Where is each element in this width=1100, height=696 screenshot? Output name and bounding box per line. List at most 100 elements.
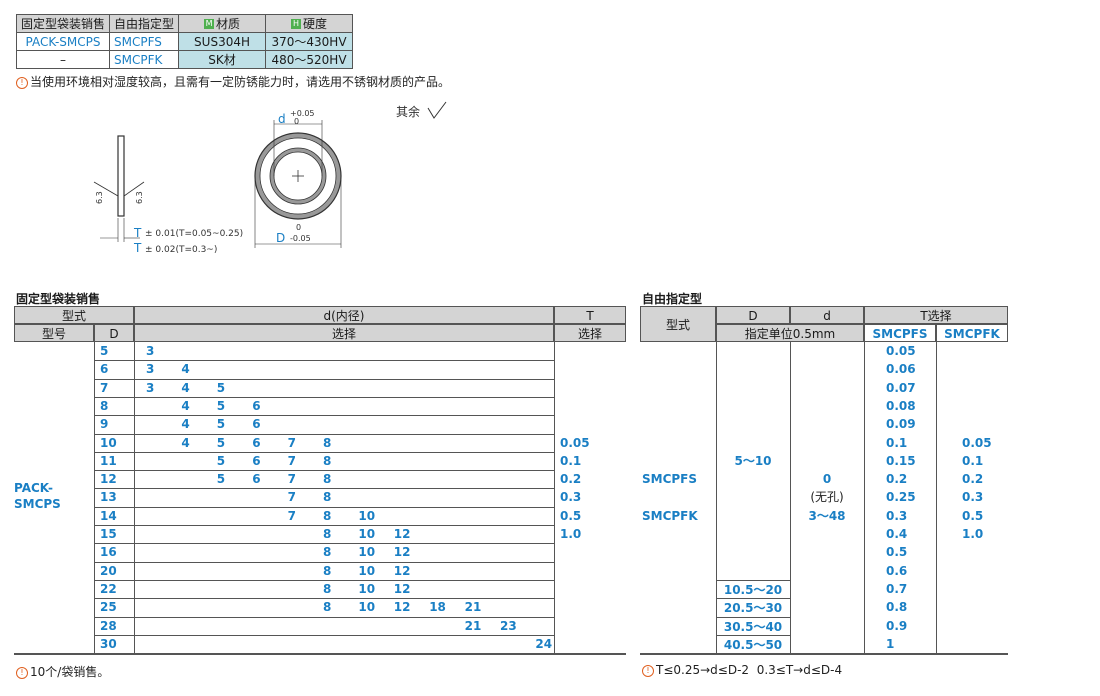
free-section-title: 自由指定型 [642, 292, 703, 306]
D-value: 5 [100, 344, 109, 358]
D-extra: 10.5～20 [716, 579, 790, 598]
t-smcpfs-value: 1 [886, 636, 895, 651]
d-value: 8 [323, 600, 332, 615]
d-value: 4 [181, 380, 190, 395]
col-divider [94, 342, 95, 654]
head-d: d(内径) [134, 306, 554, 324]
d-value: 12 [393, 527, 411, 541]
d-value: 8 [323, 508, 332, 523]
free-note: ! T≤0.25→d≤D-2 0.3≤T→d≤D-4 [642, 663, 842, 677]
mat-head-material: M 材质 [178, 14, 267, 33]
d-value: 21 [464, 618, 482, 633]
d-value: 6 [252, 472, 261, 487]
d-value: 7 [287, 435, 296, 450]
d-value: 6 [252, 435, 261, 450]
t-smcpfk-value: 0.05 [962, 435, 992, 450]
mat-head-fixed: 固定型袋装销售 [15, 14, 111, 33]
d-value: 8 [323, 545, 332, 560]
d-value: 12 [393, 600, 411, 615]
sub-model: 型号 [14, 324, 94, 342]
warning-icon: ! [642, 664, 654, 677]
mat-head-free: 自由指定型 [109, 14, 180, 33]
mat-cell: SUS304H [178, 32, 267, 51]
col-divider [134, 342, 135, 654]
d-value: 12 [393, 563, 411, 578]
big-d-tol-upper: 0 [296, 223, 301, 232]
d-value: 6 [252, 398, 261, 413]
t-smcpfs-value: 0.3 [886, 508, 908, 523]
t-label: T [133, 226, 142, 240]
t-value: 0.2 [560, 472, 582, 487]
d-value: 8 [323, 563, 332, 578]
row-line [94, 653, 554, 655]
sub-t-select: 选择 [554, 324, 626, 342]
washer-drawing: 其余 6.3 6.3 T ± 0.01(T=0.05~0.25) T ± 0.0… [93, 101, 447, 255]
d-value: (无孔) [810, 490, 844, 505]
t-smcpfs-value: 0.15 [886, 453, 916, 468]
roughness-value: 6.3 [135, 191, 144, 204]
t-value: 0.1 [560, 453, 582, 468]
roughness-icon [427, 101, 447, 119]
head-t: T [554, 306, 626, 324]
d-value: 12 [393, 581, 411, 596]
big-d-tol-lower: -0.05 [290, 234, 311, 243]
t-smcpfs-value: 0.09 [886, 417, 916, 432]
d-value: 8 [323, 453, 332, 468]
D-value: 30 [100, 636, 117, 651]
row-line [94, 396, 554, 398]
t-smcpfs-value: 0.5 [886, 545, 908, 560]
d-value: 23 [500, 618, 517, 633]
t-smcpfs-value: 0.9 [886, 618, 908, 633]
d-value: 21 [464, 600, 482, 615]
sub-D: D [94, 324, 134, 342]
row-line [94, 378, 554, 380]
D-extra: 20.5～30 [716, 598, 790, 616]
D-main: 5～10 [734, 453, 772, 468]
D-value: 20 [100, 563, 117, 578]
warning-icon: ! [16, 666, 28, 679]
D-value: 6 [100, 362, 109, 377]
fixed-table-wrap: 型式 d(内径) T 型号 D 选择 选择 PACK- SMCPS 5 3 6 3 4 7 3 4 5 8 4 5 6 9… [14, 306, 626, 656]
D-value: 10 [100, 435, 117, 450]
roughness-other-label: 其余 [396, 104, 420, 119]
col-divider [554, 342, 555, 654]
d-tol-lower: 0 [294, 117, 299, 126]
D-value: 16 [100, 545, 117, 560]
d-value: 7 [287, 453, 296, 468]
warning-icon: ! [16, 76, 28, 89]
d-value: 7 [287, 490, 296, 505]
head-type: 型式 [640, 306, 716, 342]
t-smcpfk-value: 0.5 [962, 508, 984, 523]
mat-cell: SMCPFK [109, 50, 180, 69]
m-badge-icon: M [204, 19, 215, 29]
t-smcpfk-value: 0.3 [962, 490, 984, 505]
fixed-section-title: 固定型袋装销售 [16, 292, 101, 306]
roughness-value: 6.3 [95, 191, 104, 204]
fixed-note: ! 10个/袋销售。 [16, 663, 109, 680]
t-smcpfk-value: 1.0 [962, 527, 984, 541]
big-d-label: D [276, 231, 285, 245]
t-tol-2: ± 0.02(T=0.3~) [145, 245, 217, 255]
mat-head-hardness: H 硬度 [265, 14, 354, 33]
head-D: D [716, 306, 790, 324]
d-value: 18 [429, 600, 446, 615]
d-value: 3～48 [808, 508, 846, 523]
D-value: 15 [100, 527, 117, 541]
d-value: 12 [393, 545, 411, 560]
sub-smcpfs: SMCPFS [864, 324, 936, 342]
type-value: SMCPFS [642, 472, 698, 487]
d-value: 10 [358, 545, 376, 560]
head-d: d [790, 306, 864, 324]
t-smcpfk-value: 0.2 [962, 472, 984, 487]
t-smcpfs-value: 0.4 [886, 527, 908, 541]
D-value: 13 [100, 490, 117, 505]
free-table-wrap: 型式 Dd T选择 指定单位0.5mm SMCPFS SMCPFK SMCPFS SMCPFK… [640, 306, 1008, 656]
table-bottom [640, 653, 1008, 656]
d-value: 8 [323, 527, 332, 541]
D-value: 12 [100, 472, 117, 487]
mat-cell: PACK-SMCPS [15, 32, 111, 51]
d-value: 24 [535, 636, 553, 651]
mat-cell: SK材 [178, 50, 267, 69]
D-value: 11 [100, 453, 117, 468]
D-value: 25 [100, 600, 117, 615]
